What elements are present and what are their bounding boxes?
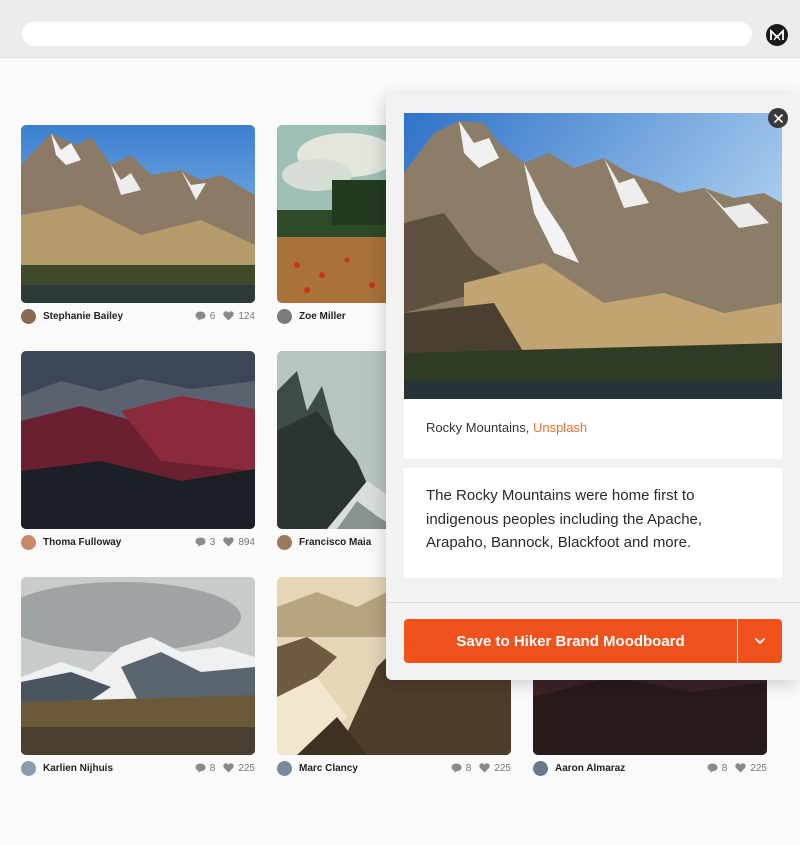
avatar[interactable]: [277, 534, 292, 550]
photo-rocky-mountains[interactable]: [21, 125, 255, 303]
author-name[interactable]: Marc Clancy: [299, 763, 358, 774]
heart-icon: [223, 537, 235, 547]
avatar[interactable]: [21, 308, 36, 324]
search-input[interactable]: [22, 22, 752, 46]
avatar[interactable]: [533, 760, 548, 776]
heart-icon: [479, 763, 491, 773]
author-name[interactable]: Francisco Maia: [299, 537, 371, 548]
heart-icon: [223, 311, 235, 321]
moodboard-dropdown-button[interactable]: [738, 619, 782, 663]
comment-icon: [195, 763, 206, 773]
avatar[interactable]: [277, 308, 292, 324]
avatar[interactable]: [277, 760, 292, 776]
like-count[interactable]: 225: [223, 763, 255, 774]
photo-caption: Rocky Mountains, Unsplash: [404, 399, 782, 459]
photo-snowy-valley[interactable]: [21, 577, 255, 755]
photo-red-hills[interactable]: [21, 351, 255, 529]
detail-photo: [404, 113, 782, 399]
source-link[interactable]: Unsplash: [533, 420, 587, 435]
author-name[interactable]: Thoma Fulloway: [43, 537, 121, 548]
avatar[interactable]: [21, 534, 36, 550]
author-name[interactable]: Zoe Miller: [299, 311, 346, 322]
photo-description: The Rocky Mountains were home first to i…: [404, 468, 782, 578]
save-to-moodboard-button[interactable]: Save to Hiker Brand Moodboard: [404, 619, 737, 663]
chevron-down-icon: [755, 638, 765, 644]
comment-icon: [195, 311, 206, 321]
heart-icon: [735, 763, 747, 773]
like-count[interactable]: 225: [479, 763, 511, 774]
author-name[interactable]: Aaron Almaraz: [555, 763, 625, 774]
comment-icon: [451, 763, 462, 773]
comment-icon: [195, 537, 206, 547]
photo-card[interactable]: Karlien Nijhuis 8 225: [21, 577, 255, 776]
comment-count[interactable]: 8: [195, 763, 215, 774]
like-count[interactable]: 124: [223, 311, 255, 322]
photo-card[interactable]: Stephanie Bailey 6 124: [21, 125, 255, 324]
comment-icon: [707, 763, 718, 773]
heart-icon: [223, 763, 235, 773]
comment-count[interactable]: 6: [195, 311, 215, 322]
author-name[interactable]: Stephanie Bailey: [43, 311, 123, 322]
caption-title: Rocky Mountains,: [426, 420, 530, 435]
comment-count[interactable]: 8: [707, 763, 727, 774]
m-logo-icon[interactable]: [766, 24, 788, 46]
photo-card[interactable]: Thoma Fulloway 3 894: [21, 351, 255, 550]
top-bar: [0, 0, 800, 58]
divider: [386, 602, 800, 603]
like-count[interactable]: 225: [735, 763, 767, 774]
like-count[interactable]: 894: [223, 537, 255, 548]
comment-count[interactable]: 8: [451, 763, 471, 774]
comment-count[interactable]: 3: [195, 537, 215, 548]
avatar[interactable]: [21, 760, 36, 776]
close-icon[interactable]: [768, 108, 788, 128]
author-name[interactable]: Karlien Nijhuis: [43, 763, 113, 774]
